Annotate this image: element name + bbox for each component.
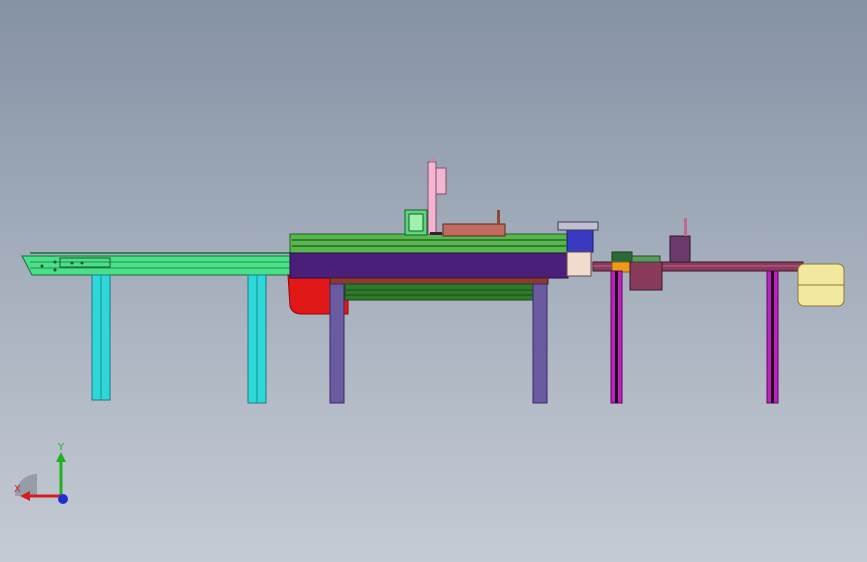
output-box[interactable] [797, 263, 845, 307]
left-conveyor-legs[interactable] [91, 274, 267, 404]
z-axis-icon [58, 494, 68, 504]
x-axis-label: X [14, 484, 21, 495]
left-conveyor[interactable] [21, 252, 291, 276]
main-frame[interactable] [289, 233, 569, 285]
y-axis-label: Y [58, 442, 65, 453]
lower-rail[interactable] [344, 283, 536, 301]
cad-viewport[interactable]: X Y [0, 0, 867, 562]
main-frame-legs[interactable] [329, 283, 548, 404]
right-conveyor-legs[interactable] [610, 270, 779, 404]
assembly-model[interactable] [0, 0, 867, 562]
coordinate-triad: X Y [12, 440, 74, 510]
gantry-column[interactable] [404, 157, 506, 237]
